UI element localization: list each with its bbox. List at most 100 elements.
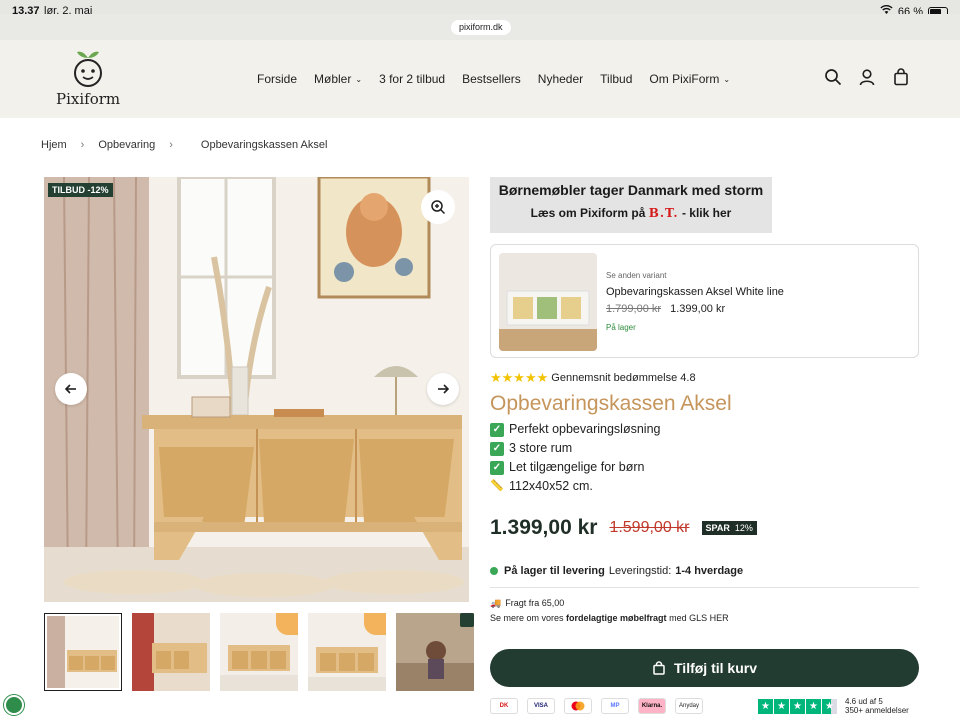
trustpilot-text: 4.6 ud af 5 350+ anmeldelser xyxy=(845,697,909,715)
stock-text: På lager til levering xyxy=(504,565,605,577)
breadcrumb-separator-icon: › xyxy=(169,139,173,151)
shipping-link-suffix: med GLS HER xyxy=(669,613,729,623)
trustpilot-count: 350+ anmeldelser xyxy=(845,706,909,715)
klarna-icon: Klarna. xyxy=(638,698,666,714)
save-label: SPAR xyxy=(705,523,730,533)
truck-icon: 🚚 xyxy=(490,598,502,608)
nav-item-label: Om PixiForm xyxy=(649,72,720,86)
nav-item-label: Tilbud xyxy=(600,72,633,86)
breadcrumb: Hjem › Opbevaring › Opbevaringskassen Ak… xyxy=(41,139,327,151)
current-price: 1.399,00 kr xyxy=(490,516,598,539)
shipping-link[interactable]: Se mere om vores fordelagtige møbelfragt… xyxy=(490,611,729,626)
variant-title: Opbevaringskassen Aksel White line xyxy=(606,286,784,298)
next-image-button[interactable] xyxy=(427,373,459,405)
eco-badge-icon[interactable] xyxy=(4,695,24,715)
add-to-cart-label: Tilføj til kurv xyxy=(674,660,757,676)
check-icon: ✓ xyxy=(490,460,504,475)
rating-text: Gennemsnit bedømmelse 4.8 xyxy=(551,372,696,384)
dankort-icon: DK xyxy=(490,698,518,714)
shipping-link-bold: fordelagtige møbelfragt xyxy=(566,613,667,623)
variant-old-price: 1.799,00 kr xyxy=(606,303,662,315)
nav-item-label: Nyheder xyxy=(537,72,584,86)
bag-icon[interactable] xyxy=(892,68,910,86)
trustpilot-score: 4.6 ud af 5 xyxy=(845,697,883,706)
nav-item-forside[interactable]: Forside xyxy=(257,72,297,86)
logo-icon xyxy=(74,51,102,87)
url-field[interactable]: pixiform.dk xyxy=(451,20,511,35)
thumbnail-4[interactable] xyxy=(308,613,386,691)
account-icon[interactable] xyxy=(858,68,876,86)
breadcrumb-current: Opbevaringskassen Aksel xyxy=(200,139,328,151)
shipping-info: 🚚 Fragt fra 65,00 Se mere om vores fordel… xyxy=(490,596,729,626)
variant-image xyxy=(499,253,597,351)
thumbnail-1[interactable] xyxy=(44,613,122,691)
bt-logo: B.T. xyxy=(648,206,679,220)
breadcrumb-category[interactable]: Opbevaring xyxy=(98,139,155,151)
check-icon: ✓ xyxy=(490,441,504,456)
nav-item-mobler[interactable]: Møbler ⌄ xyxy=(314,72,362,86)
press-banner-headline: Børnemøbler tager Danmark med storm xyxy=(498,182,764,198)
feature-text: Perfekt opbevaringsløsning xyxy=(509,422,661,436)
search-icon[interactable] xyxy=(824,68,842,86)
feature-text: Let tilgængelige for børn xyxy=(509,460,645,474)
logo[interactable]: Pixiform xyxy=(56,48,120,112)
save-value: 12% xyxy=(734,523,753,533)
breadcrumb-separator-icon: › xyxy=(80,139,85,151)
variant-prices: 1.799,00 kr 1.399,00 kr xyxy=(606,303,725,315)
feature-item: 📏 112x40x52 cm. xyxy=(490,477,660,496)
stock-status: På lager til levering Leveringstid: 1-4 … xyxy=(490,565,743,577)
main-nav: Forside Møbler ⌄ 3 for 2 tilbud Bestselle… xyxy=(257,72,747,86)
delivery-label: Leveringstid: xyxy=(608,565,672,577)
breadcrumb-home[interactable]: Hjem xyxy=(41,139,67,151)
product-main-image[interactable] xyxy=(44,177,469,602)
nav-item-label: 3 for 2 tilbud xyxy=(379,72,446,86)
save-badge: SPAR 12% xyxy=(701,521,757,535)
promo-badge-icon xyxy=(276,613,298,635)
nav-item-bestsellers[interactable]: Bestsellers xyxy=(462,72,521,86)
thumbnail-image xyxy=(132,613,210,691)
chevron-down-icon: ⌄ xyxy=(355,75,363,84)
arrow-left-icon xyxy=(65,384,76,394)
nav-item-label: Møbler xyxy=(314,72,352,86)
nav-item-om-pixiform[interactable]: Om PixiForm ⌄ xyxy=(649,72,730,86)
thumbnail-2[interactable] xyxy=(132,613,210,691)
thumbnail-3[interactable] xyxy=(220,613,298,691)
promo-badge-icon xyxy=(364,613,386,635)
check-icon: ✓ xyxy=(490,422,504,437)
mobilepay-icon: MP xyxy=(601,698,629,714)
thumbnail-image xyxy=(47,616,119,688)
old-price: 1.599,00 kr xyxy=(609,519,690,536)
nav-item-tilbud[interactable]: Tilbud xyxy=(600,72,632,86)
press-banner[interactable]: Børnemøbler tager Danmark med storm Læs … xyxy=(490,177,772,233)
press-banner-prefix: Læs om Pixiform på xyxy=(530,206,646,220)
feature-item: ✓ Let tilgængelige for børn xyxy=(490,458,660,477)
thumbnail-5[interactable] xyxy=(396,613,474,691)
sale-badge: TILBUD -12% xyxy=(48,183,113,197)
nav-item-label: Forside xyxy=(257,72,298,86)
trustpilot-widget[interactable]: ★ ★ ★ ★ ★ 4.6 ud af 5 350+ anmeldelser xyxy=(758,697,909,715)
press-banner-cta: Læs om Pixiform på B.T. - klik her xyxy=(490,206,772,220)
product-title: Opbevaringskassen Aksel xyxy=(490,392,732,415)
delivery-value: 1-4 hverdage xyxy=(675,565,744,577)
variant-card[interactable]: Se anden variant Opbevaringskassen Aksel… xyxy=(490,244,919,358)
divider xyxy=(490,587,919,588)
previous-image-button[interactable] xyxy=(55,373,87,405)
mastercard-icon xyxy=(564,698,592,714)
nav-item-3-for-2[interactable]: 3 for 2 tilbud xyxy=(379,72,445,86)
feature-item: ✓ 3 store rum xyxy=(490,439,660,458)
nav-item-label: Bestsellers xyxy=(462,72,521,86)
anyday-icon: Anyday xyxy=(675,698,703,714)
nav-item-nyheder[interactable]: Nyheder xyxy=(538,72,583,86)
dimensions-text: 112x40x52 cm. xyxy=(509,479,593,493)
feature-item: ✓ Perfekt opbevaringsløsning xyxy=(490,420,660,439)
zoom-button[interactable] xyxy=(421,190,455,224)
variant-stock: På lager xyxy=(606,323,636,332)
ruler-icon: 📏 xyxy=(490,480,504,492)
rating-summary[interactable]: ★★★★★ Gennemsnit bedømmelse 4.8 xyxy=(490,370,696,386)
brand-name: Pixiform xyxy=(56,90,121,108)
visa-icon: VISA xyxy=(527,698,555,714)
add-to-cart-button[interactable]: Tilføj til kurv xyxy=(490,649,919,687)
shipping-link-prefix: Se mere om vores xyxy=(490,613,564,623)
star-rating-icon: ★★★★★ xyxy=(490,370,549,385)
site-header: Pixiform Forside Møbler ⌄ 3 for 2 tilbud … xyxy=(0,40,960,118)
